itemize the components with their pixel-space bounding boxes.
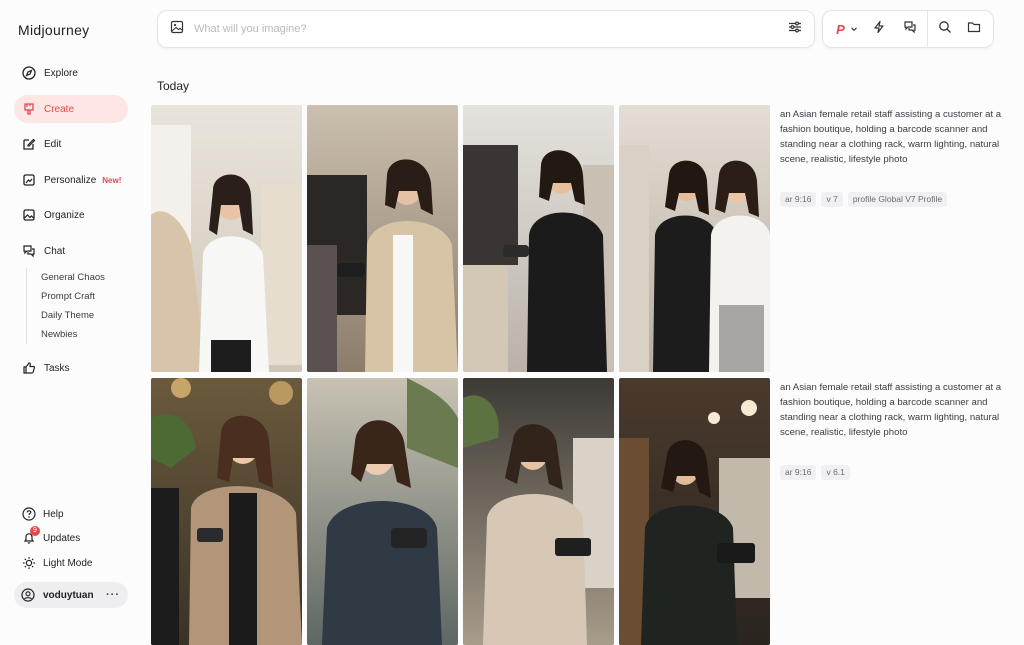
- chat-room-newbies[interactable]: Newbies: [41, 325, 105, 344]
- nav-edit-label: Edit: [44, 138, 62, 150]
- nav-personalize[interactable]: Personalize New!: [14, 166, 128, 194]
- job-row-2: [151, 378, 770, 645]
- nav-create-label: Create: [44, 103, 75, 115]
- generated-image[interactable]: [619, 378, 770, 645]
- generated-image[interactable]: [307, 105, 458, 372]
- sidebar: Midjourney Explore Create Edit Personali…: [0, 0, 144, 619]
- folder-icon: [967, 20, 981, 39]
- chat-room-general-chaos[interactable]: General Chaos: [41, 268, 105, 287]
- user-menu[interactable]: voduytuan ···: [14, 582, 128, 608]
- job-row-1: [151, 105, 770, 372]
- chat-room-daily-theme[interactable]: Daily Theme: [41, 306, 105, 325]
- job-params-1: ar 9:16 v 7 profile Global V7 Profile: [780, 192, 948, 207]
- speed-button[interactable]: [865, 11, 893, 47]
- generated-image[interactable]: [463, 378, 614, 645]
- section-title-today: Today: [157, 79, 190, 93]
- job-params-2: ar 9:16 v 6.1: [780, 465, 850, 480]
- nav-organize-label: Organize: [44, 209, 85, 221]
- prompt-bar: [157, 10, 815, 48]
- sun-icon: [21, 556, 36, 571]
- chat-room-list: General Chaos Prompt Craft Daily Theme N…: [26, 268, 105, 344]
- generated-image[interactable]: [307, 378, 458, 645]
- job-prompt-1[interactable]: an Asian female retail staff assisting a…: [780, 107, 1002, 167]
- personalize-icon: [21, 173, 36, 188]
- username: voduytuan: [43, 589, 94, 601]
- chat-room-prompt-craft[interactable]: Prompt Craft: [41, 287, 105, 306]
- light-mode-toggle[interactable]: Light Mode: [14, 551, 128, 575]
- user-avatar-icon: [21, 588, 36, 603]
- nav-create[interactable]: Create: [14, 95, 128, 123]
- image-icon: [21, 208, 36, 223]
- nav-chat-label: Chat: [44, 245, 66, 257]
- help-link[interactable]: Help: [14, 502, 128, 526]
- updates-link[interactable]: 9 Updates: [14, 525, 128, 550]
- nav-edit[interactable]: Edit: [14, 130, 128, 158]
- lightning-icon: [872, 20, 886, 39]
- param-tag[interactable]: v 6.1: [821, 465, 850, 480]
- param-tag[interactable]: v 7: [821, 192, 843, 207]
- edit-icon: [21, 137, 36, 152]
- more-options-icon[interactable]: ···: [106, 589, 120, 601]
- nav-tasks-label: Tasks: [44, 362, 70, 374]
- help-icon: [21, 507, 36, 522]
- light-mode-label: Light Mode: [43, 557, 93, 569]
- updates-label: Updates: [43, 532, 81, 544]
- generated-image[interactable]: [151, 378, 302, 645]
- generated-image[interactable]: [619, 105, 770, 372]
- thumbs-up-icon: [21, 361, 36, 376]
- job-prompt-2[interactable]: an Asian female retail staff assisting a…: [780, 380, 1002, 440]
- chat-icon: [21, 244, 36, 259]
- chat-button[interactable]: [893, 11, 927, 47]
- folder-button[interactable]: [962, 11, 986, 47]
- settings-sliders-icon[interactable]: [788, 20, 802, 39]
- new-badge: New!: [102, 175, 122, 185]
- search-icon: [938, 20, 952, 39]
- updates-count-badge: 9: [30, 525, 40, 536]
- compass-icon: [21, 66, 36, 81]
- toolbar: P: [822, 10, 994, 48]
- search-button[interactable]: [928, 11, 962, 47]
- generated-image[interactable]: [151, 105, 302, 372]
- nav-personalize-label: Personalize: [44, 174, 97, 186]
- nav-tasks[interactable]: Tasks: [14, 354, 128, 382]
- chevron-down-icon: [850, 20, 858, 38]
- app-logo[interactable]: Midjourney: [18, 22, 89, 38]
- prompt-input[interactable]: [194, 23, 788, 35]
- nav-explore-label: Explore: [44, 67, 78, 79]
- nav-explore[interactable]: Explore: [14, 59, 128, 87]
- brush-icon: [21, 102, 36, 117]
- nav-organize[interactable]: Organize: [14, 201, 128, 229]
- image-upload-icon[interactable]: [170, 20, 184, 39]
- personalize-dropdown[interactable]: P: [823, 11, 865, 47]
- generated-image[interactable]: [463, 105, 614, 372]
- chat-bubbles-icon: [903, 20, 917, 39]
- help-label: Help: [43, 508, 64, 520]
- param-tag[interactable]: ar 9:16: [780, 192, 817, 207]
- bell-icon: 9: [21, 525, 40, 546]
- param-tag[interactable]: ar 9:16: [780, 465, 817, 480]
- personalize-mark: P: [836, 21, 845, 37]
- param-tag[interactable]: profile Global V7 Profile: [847, 192, 948, 207]
- nav-chat[interactable]: Chat: [14, 237, 128, 265]
